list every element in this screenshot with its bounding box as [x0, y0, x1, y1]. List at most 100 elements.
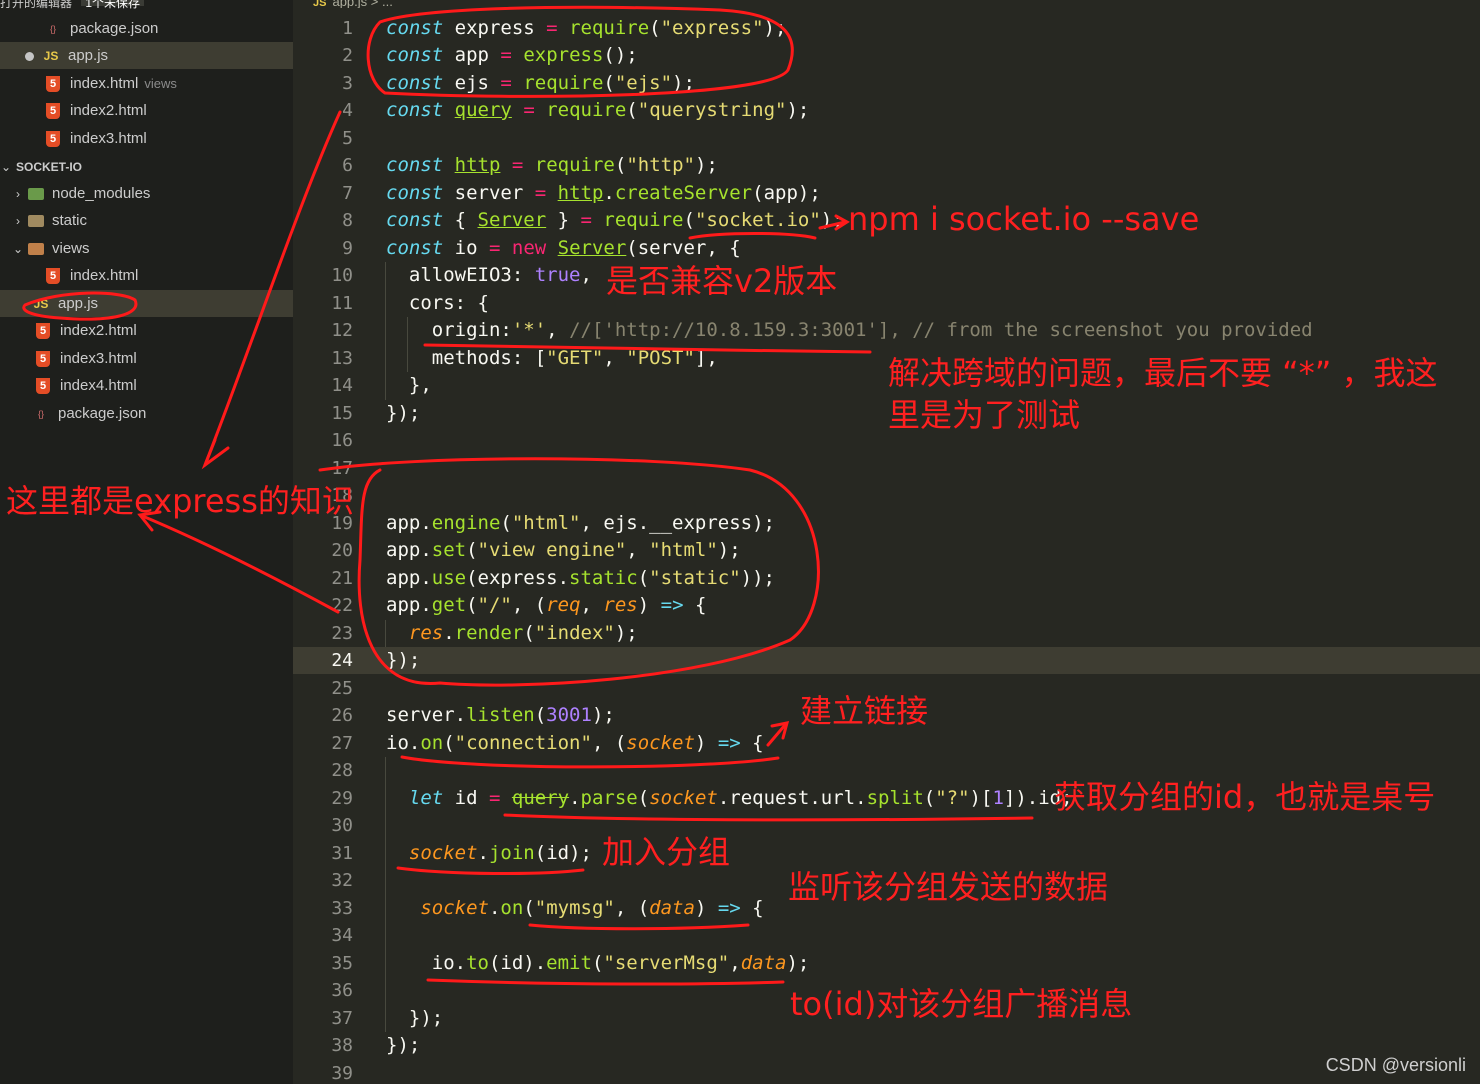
code-line: app.use(express.static("static"));: [386, 567, 775, 589]
code-line: cors: {: [386, 292, 489, 314]
code-line: const express = require("express");: [386, 17, 787, 39]
code-line: res.render("index");: [408, 622, 638, 644]
tree-file[interactable]: 5 index2.html: [0, 317, 293, 344]
html-icon: 5: [36, 323, 50, 340]
tree-file[interactable]: 5 index.html: [0, 262, 293, 289]
json-icon: {}: [37, 408, 44, 419]
chevron-right-icon: ›: [16, 187, 20, 201]
note-connect: 建立链接: [800, 692, 929, 730]
code-line: const app = express();: [386, 44, 638, 66]
tree-file[interactable]: 5 index3.html: [0, 345, 293, 372]
tree-label: index2.html: [60, 322, 137, 339]
line-number: 21: [331, 568, 353, 589]
tree-label: views: [52, 240, 90, 257]
code-line: allowEIO3: true,: [386, 264, 592, 286]
open-editor-desc: views: [144, 76, 177, 91]
line-number: 23: [331, 623, 353, 644]
open-editor-item[interactable]: 5 index.html views: [0, 70, 293, 97]
line-number: 33: [331, 898, 353, 919]
tree-folder-node-modules[interactable]: › node_modules: [0, 180, 293, 207]
open-editor-item[interactable]: 5 index3.html: [0, 125, 293, 152]
note-join: 加入分组: [602, 833, 731, 871]
js-icon: JS: [33, 296, 49, 311]
folder-section-header[interactable]: ⌄ SOCKET-IO: [0, 153, 293, 180]
code-line: let id = query.parse(socket.request.url.…: [408, 787, 1073, 809]
breadcrumb[interactable]: JS app.js > ...: [313, 0, 393, 8]
chevron-down-icon: ⌄: [12, 242, 24, 256]
line-number: 38: [331, 1035, 353, 1056]
breadcrumb-text: app.js > ...: [332, 0, 393, 8]
line-number: 1: [342, 18, 353, 39]
line-number: 28: [331, 760, 353, 781]
html-icon: 5: [46, 76, 60, 93]
tree-file-selected[interactable]: JS app.js: [0, 290, 293, 317]
html-icon: 5: [36, 351, 50, 368]
open-editor-item[interactable]: {} package.json: [0, 15, 293, 42]
tree-label: static: [52, 212, 88, 229]
code-line: origin:'*', //['http://10.8.159.3:3001']…: [386, 319, 1313, 341]
note-v2-compat: 是否兼容v2版本: [606, 262, 838, 300]
code-line: const server = http.createServer(app);: [386, 182, 821, 204]
line-number: 3: [342, 73, 353, 94]
tree-folder-static[interactable]: › static: [0, 207, 293, 234]
note-group-id: 获取分组的id，也就是桌号: [1054, 778, 1436, 816]
line-number: 24: [331, 650, 353, 671]
tree-file[interactable]: 5 index4.html: [0, 372, 293, 399]
folder-icon: [28, 188, 44, 201]
code-line: socket.on("mymsg", (data) => {: [420, 897, 764, 919]
tree-folder-views[interactable]: ⌄ views: [0, 235, 293, 262]
open-editor-label: app.js: [68, 47, 109, 64]
code-line: app.engine("html", ejs.__express);: [386, 512, 775, 534]
note-broadcast: to(id)对该分组广播消息: [790, 985, 1133, 1023]
line-number: 31: [331, 843, 353, 864]
line-number: 13: [331, 348, 353, 369]
open-editor-item[interactable]: JS app.js: [0, 42, 293, 69]
code-line: const http = require("http");: [386, 154, 718, 176]
explorer-sidebar: 打开的编辑器 1个未保存 {} package.json JS app.js 5 in…: [0, 0, 293, 1084]
open-editors-title: 打开的编辑器: [0, 0, 73, 10]
line-number: 8: [342, 210, 353, 231]
line-number: 35: [331, 953, 353, 974]
html-icon: 5: [46, 103, 60, 120]
open-editor-item[interactable]: 5 index2.html: [0, 97, 293, 124]
tree-label: index.html: [70, 267, 139, 284]
html-icon: 5: [46, 268, 60, 285]
code-editor[interactable]: JS app.js > ... 1 const express = require(…: [293, 0, 1480, 1084]
line-number: 4: [342, 100, 353, 121]
line-number: 9: [342, 238, 353, 259]
line-number: 16: [331, 430, 353, 451]
code-line: const query = require("querystring");: [386, 99, 810, 121]
line-number: 6: [342, 155, 353, 176]
open-editor-label: index2.html: [70, 102, 147, 119]
line-number: 22: [331, 595, 353, 616]
open-editor-label: index.html: [70, 75, 139, 92]
json-icon: {}: [49, 23, 56, 34]
line-number: 15: [331, 403, 353, 424]
tree-label: app.js: [58, 295, 99, 312]
code-line: });: [386, 1007, 444, 1029]
unsaved-dot-icon: [25, 51, 34, 61]
line-number: 39: [331, 1063, 353, 1084]
code-line: methods: ["GET", "POST"],: [386, 347, 718, 369]
line-number: 30: [331, 815, 353, 836]
line-number: 2: [342, 45, 353, 66]
open-editors-header[interactable]: 打开的编辑器 1个未保存: [0, 0, 293, 12]
line-number: 26: [331, 705, 353, 726]
folder-title: SOCKET-IO: [16, 160, 83, 174]
html-icon: 5: [36, 378, 50, 395]
code-line: });: [386, 1034, 421, 1056]
line-number: 7: [342, 183, 353, 204]
line-number: 37: [331, 1008, 353, 1029]
line-number: 36: [331, 980, 353, 1001]
note-express: 这里都是express的知识: [6, 482, 354, 520]
js-icon: JS: [43, 48, 59, 63]
code-line: });: [386, 649, 421, 671]
unsaved-badge: 1个未保存: [81, 0, 145, 9]
folder-icon: [28, 243, 44, 256]
chevron-down-icon: ⌄: [0, 160, 12, 174]
code-line: app.get("/", (req, res) => {: [386, 594, 707, 616]
code-line: const { Server } = require("socket.io");: [386, 209, 844, 231]
tree-file[interactable]: {} package.json: [0, 400, 293, 427]
code-line: io.on("connection", (socket) => {: [386, 732, 764, 754]
current-line-highlight: 24});: [293, 647, 1480, 674]
